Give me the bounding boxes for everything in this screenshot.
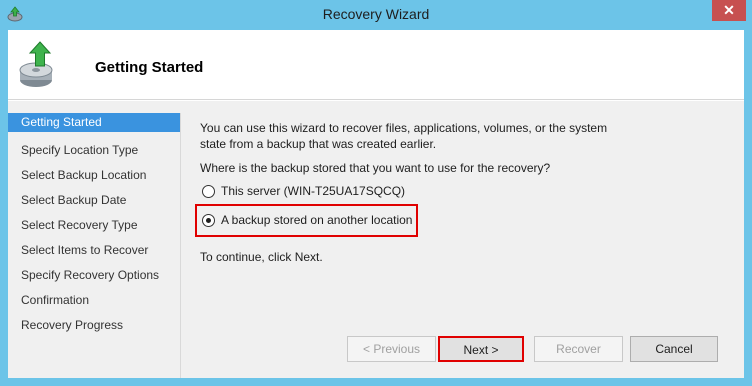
step-select-items-to-recover[interactable]: Select Items to Recover — [8, 238, 180, 263]
option-this-server[interactable]: This server (WIN-T25UA17SQCQ) — [202, 184, 405, 198]
intro-text: You can use this wizard to recover files… — [200, 120, 630, 152]
continue-instruction: To continue, click Next. — [200, 250, 323, 264]
wizard-steps-list: Getting Started Specify Location Type Se… — [8, 113, 181, 378]
recovery-wizard-window: Recovery Wizard ✕ Getting Started Gettin… — [0, 0, 752, 386]
another-location-radio[interactable] — [202, 213, 215, 227]
next-button[interactable]: Next > — [438, 336, 524, 362]
step-confirmation[interactable]: Confirmation — [8, 288, 180, 313]
previous-button[interactable]: < Previous — [347, 336, 436, 362]
close-button[interactable]: ✕ — [712, 0, 746, 21]
intro-line-2: state from a backup that was created ear… — [200, 137, 437, 151]
intro-line-1: You can use this wizard to recover files… — [200, 121, 608, 135]
recover-button[interactable]: Recover — [534, 336, 623, 362]
step-getting-started[interactable]: Getting Started — [8, 113, 180, 132]
window-title: Recovery Wizard — [322, 6, 430, 22]
wizard-content: You can use this wizard to recover files… — [182, 101, 744, 378]
cancel-button[interactable]: Cancel — [630, 336, 718, 362]
another-location-label[interactable]: A backup stored on another location — [221, 213, 412, 227]
option-another-location[interactable]: A backup stored on another location — [202, 213, 412, 227]
wizard-header: Getting Started — [8, 30, 744, 100]
step-specify-location-type[interactable]: Specify Location Type — [8, 138, 180, 163]
title-bar[interactable]: Recovery Wizard ✕ — [0, 0, 752, 30]
backup-disk-icon — [19, 41, 53, 87]
step-select-recovery-type[interactable]: Select Recovery Type — [8, 213, 180, 238]
step-select-backup-date[interactable]: Select Backup Date — [8, 188, 180, 213]
wizard-body: Getting Started Specify Location Type Se… — [8, 101, 744, 378]
location-question: Where is the backup stored that you want… — [200, 161, 551, 175]
step-recovery-progress[interactable]: Recovery Progress — [8, 313, 180, 338]
this-server-radio[interactable] — [202, 184, 215, 198]
step-specify-recovery-options[interactable]: Specify Recovery Options — [8, 263, 180, 288]
wizard-client-area: Getting Started Getting Started Specify … — [8, 30, 744, 378]
this-server-label[interactable]: This server (WIN-T25UA17SQCQ) — [221, 184, 405, 198]
page-title: Getting Started — [95, 59, 204, 76]
step-select-backup-location[interactable]: Select Backup Location — [8, 163, 180, 188]
